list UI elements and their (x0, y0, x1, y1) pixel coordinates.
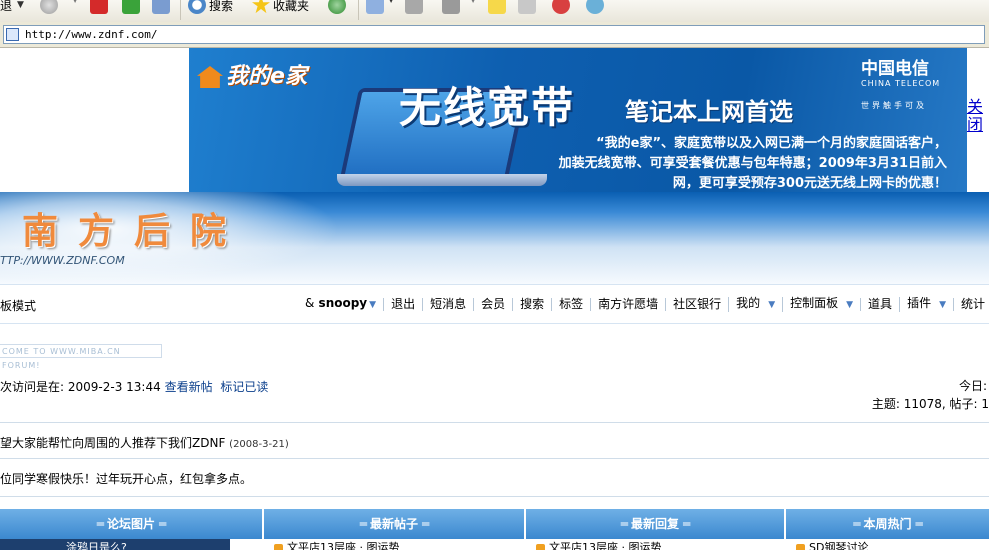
nav-items: & snoopy ▼ 退出 短消息 会员 搜索 标签 南方许愿墙 社区银行 我的 ▼… (305, 297, 989, 312)
toolbar-separator (358, 0, 359, 20)
view-mode-toggle[interactable]: 板模式 (0, 297, 36, 314)
chevron-down-icon[interactable]: ▼ (17, 0, 24, 10)
user-menu[interactable]: & snoopy ▼ (305, 297, 383, 312)
list-item[interactable]: 文平店13层座 · 图运势 (268, 539, 518, 550)
ad-headline: 无线宽带 (399, 83, 576, 132)
nav-bar: 板模式 & snoopy ▼ 退出 短消息 会员 搜索 标签 南方许愿墙 社区银行… (0, 284, 989, 324)
search-icon (188, 0, 206, 14)
chevron-down-icon: ▼ (369, 300, 377, 310)
site-url: TTP://WWW.ZDNF.COM (0, 254, 125, 267)
welcome-banner: COME TO WWW.MIBA.CN FORUM! (0, 344, 162, 370)
nav-logout[interactable]: 退出 (383, 298, 422, 311)
ad-description: “我的e家”、家庭宽带以及入网已满一个月的家庭固话客户， 加装无线宽带、可享受套… (558, 136, 947, 191)
ad-banner[interactable]: 我的e家 无线宽带 笔记本上网首选 中国电信 CHINA TELECOM 世界触… (189, 48, 967, 192)
telecom-logo: 中国电信 CHINA TELECOM 世界触手可及 (861, 54, 940, 111)
announcement[interactable]: 望大家能帮忙向周围的人推荐下我们ZDNF (2008-3-21) (0, 434, 289, 451)
column-header-new-replies: ═ 最新回复 ═ (526, 509, 784, 539)
site-logo[interactable]: 南方后院 (22, 202, 246, 254)
telecom-slogan: 世界触手可及 (861, 101, 927, 110)
media-icon[interactable] (328, 0, 346, 14)
nav-messages[interactable]: 短消息 (422, 298, 473, 311)
nav-members[interactable]: 会员 (473, 298, 512, 311)
search-label: 搜索 (209, 0, 234, 13)
close-ad-link[interactable]: 关闭 (967, 98, 987, 134)
chevron-down-icon: ▼ (768, 300, 776, 310)
forward-icon[interactable] (40, 0, 58, 14)
forum-header: 南方后院 TTP://WWW.ZDNF.COM (0, 192, 989, 284)
chevron-down-icon: ▼ (846, 300, 854, 310)
last-visit-text: 次访问是在: 2009-2-3 13:44 (0, 380, 161, 394)
refresh-icon[interactable] (122, 0, 140, 14)
edit-icon[interactable] (442, 0, 460, 14)
address-bar: http://www.zdnf.com/ (0, 22, 989, 48)
post-icon (536, 543, 545, 550)
house-icon (197, 66, 223, 88)
browser-toolbar: 退 ▼ ▼ 搜索 收藏夹 ▼ ▼ (0, 0, 989, 23)
nav-tags[interactable]: 标签 (551, 298, 590, 311)
mark-read-link[interactable]: 标记已读 (220, 380, 268, 394)
stop-icon[interactable] (90, 0, 108, 14)
divider (0, 496, 989, 497)
mail-icon[interactable] (366, 0, 384, 14)
user-icon: & (305, 296, 315, 310)
today-count: 今日: (958, 379, 987, 393)
toolbar-separator (180, 0, 181, 20)
favorites-button[interactable]: 收藏夹 (252, 0, 309, 16)
column-header-new-posts: ═ 最新帖子 ═ (264, 509, 524, 539)
list-item[interactable]: 文平店13层座 · 图运势 (530, 539, 780, 550)
chevron-down-icon[interactable]: ▼ (388, 0, 394, 4)
address-input[interactable]: http://www.zdnf.com/ (3, 25, 985, 44)
favorites-label: 收藏夹 (273, 0, 310, 13)
home-icon[interactable] (152, 0, 170, 14)
address-url: http://www.zdnf.com/ (25, 28, 158, 41)
divider (0, 458, 989, 459)
ad-logo-text: 我的e家 (226, 64, 307, 89)
research-icon[interactable] (518, 0, 536, 14)
star-icon (252, 0, 270, 14)
last-visit-info: 次访问是在: 2009-2-3 13:44 查看新帖 标记已读 (0, 378, 268, 395)
messenger-icon[interactable] (552, 0, 570, 14)
nav-my[interactable]: 我的 ▼ (728, 297, 782, 312)
chevron-down-icon[interactable]: ▼ (470, 0, 476, 4)
chevron-down-icon[interactable]: ▼ (72, 0, 78, 4)
forum-stats: 主题: 11078, 帖子: 1 (871, 397, 989, 411)
nav-bank[interactable]: 社区银行 (665, 298, 728, 311)
ad-logo: 我的e家 (197, 58, 307, 90)
nav-search[interactable]: 搜索 (512, 298, 551, 311)
post-icon (274, 543, 283, 550)
announcement[interactable]: 位同学寒假快乐！过年玩开心点，红包拿多点。 (0, 470, 252, 487)
telecom-name-en: CHINA TELECOM (861, 79, 941, 88)
image-carousel[interactable]: 涂鸦日是么? (0, 539, 230, 550)
divider (0, 422, 989, 423)
page-icon (6, 28, 19, 41)
ad-subheadline: 笔记本上网首选 (625, 98, 793, 126)
messenger-people-icon[interactable] (586, 0, 604, 14)
nav-control-panel[interactable]: 控制面板 ▼ (782, 297, 860, 312)
list-item[interactable]: SD钢琴讨论 (790, 539, 989, 550)
nav-plugins[interactable]: 插件 ▼ (899, 297, 953, 312)
column-header-images: ═ 论坛图片 ═ (0, 509, 262, 539)
back-button[interactable]: 退 ▼ (0, 0, 24, 16)
chevron-down-icon: ▼ (939, 300, 946, 310)
note-icon[interactable] (488, 0, 506, 14)
view-new-posts-link[interactable]: 查看新帖 (165, 380, 213, 394)
post-icon (796, 543, 805, 550)
print-icon[interactable] (405, 0, 423, 14)
telecom-name: 中国电信 (861, 59, 929, 79)
back-label: 退 (0, 0, 13, 13)
column-header-hot: ═ 本周热门 ═ (786, 509, 989, 539)
nav-items-shop[interactable]: 道具 (860, 298, 899, 311)
nav-wishwall[interactable]: 南方许愿墙 (590, 298, 665, 311)
search-button[interactable]: 搜索 (188, 0, 233, 16)
nav-stats[interactable]: 统计 (953, 298, 989, 311)
announcement-date: (2008-3-21) (229, 439, 289, 450)
